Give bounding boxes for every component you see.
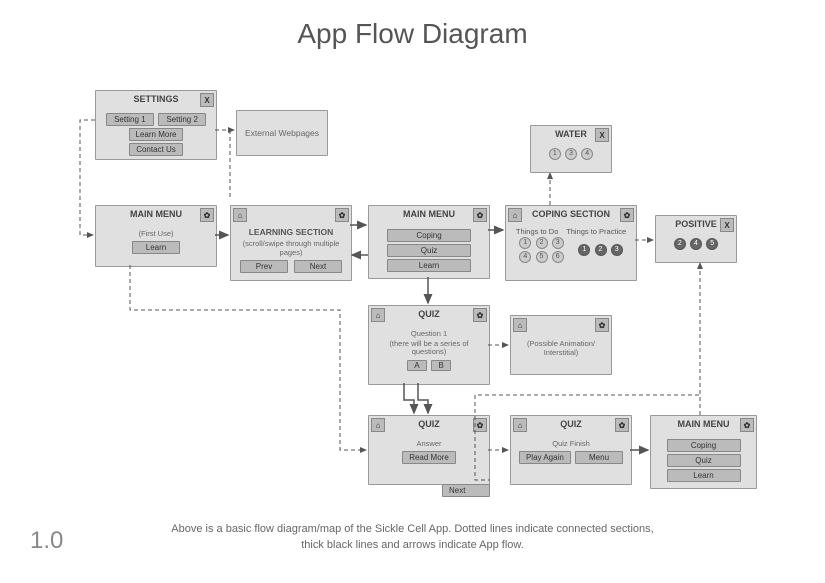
gear-icon[interactable]: ✿ [473,208,487,222]
home-icon[interactable]: ⌂ [371,308,385,322]
coping-col1: Things to Do [516,227,559,236]
positive-num[interactable]: 2 [674,238,686,250]
coping-button[interactable]: Coping [387,229,471,242]
quiz3-sub: Quiz Finish [517,439,625,448]
coping-num[interactable]: 2 [536,237,548,249]
card-coping: ⌂ COPING SECTION ✿ Things to Do Things t… [505,205,637,281]
quiz2-sub: Answer [375,439,483,448]
coping-title: COPING SECTION [532,209,610,219]
home-icon[interactable]: ⌂ [371,418,385,432]
learnmore-button[interactable]: Learn More [129,128,184,141]
card-quiz3: ⌂ QUIZ ✿ Quiz Finish Play Again Menu [510,415,632,485]
card-quiz2: ⌂ QUIZ ✿ Answer Read More Next [368,415,490,485]
gear-icon[interactable]: ✿ [200,208,214,222]
water-num[interactable]: 3 [565,148,577,160]
menu-button[interactable]: Menu [575,451,623,464]
positive-title: POSITIVE [675,219,717,229]
water-num[interactable]: 4 [581,148,593,160]
coping-num[interactable]: 5 [536,251,548,263]
readmore-button[interactable]: Read More [402,451,456,464]
positive-num[interactable]: 5 [706,238,718,250]
quiz-button[interactable]: Quiz [667,454,741,467]
gear-icon[interactable]: ✿ [620,208,634,222]
quiz-a-button[interactable]: A [407,360,427,371]
settings-title: SETTINGS [133,94,178,104]
coping-num[interactable]: 1 [519,237,531,249]
home-icon[interactable]: ⌂ [233,208,247,222]
learn-button[interactable]: Learn [132,241,180,254]
coping-num[interactable]: 1 [578,244,590,256]
coping-num[interactable]: 3 [611,244,623,256]
next-button[interactable]: Next [442,484,490,497]
home-icon[interactable]: ⌂ [513,318,527,332]
water-num[interactable]: 1 [549,148,561,160]
card-mainmenu3: MAIN MENU ✿ Coping Quiz Learn [650,415,757,489]
gear-icon[interactable]: ✿ [473,418,487,432]
coping-col2: Things to Practice [566,227,626,236]
gear-icon[interactable]: ✿ [615,418,629,432]
quiz1-title: QUIZ [418,309,440,319]
mainmenu1-sub: (First Use) [102,229,210,238]
connectors [0,0,825,583]
gear-icon[interactable]: ✿ [335,208,349,222]
gear-icon[interactable]: ✿ [740,418,754,432]
page-title: App Flow Diagram [0,18,825,50]
mainmenu1-title: MAIN MENU [130,209,182,219]
next-button[interactable]: Next [294,260,342,273]
coping-num[interactable]: 3 [552,237,564,249]
quiz1-sub1: Question 1 [375,329,483,338]
close-icon[interactable]: X [200,93,214,107]
quiz-b-button[interactable]: B [431,360,451,371]
card-positive: POSITIVE X 2 4 5 [655,215,737,263]
positive-num[interactable]: 4 [690,238,702,250]
external-label: External Webpages [245,128,319,138]
gear-icon[interactable]: ✿ [473,308,487,322]
prev-button[interactable]: Prev [240,260,288,273]
learning-sub: (scroll/swipe through multiple pages) [237,239,345,257]
setting2-button[interactable]: Setting 2 [158,113,206,126]
close-icon[interactable]: X [595,128,609,142]
home-icon[interactable]: ⌂ [513,418,527,432]
quiz-button[interactable]: Quiz [387,244,471,257]
caption: Above is a basic flow diagram/map of the… [0,522,825,553]
card-quiz1: ⌂ QUIZ ✿ Question 1 (there will be a ser… [368,305,490,385]
home-icon[interactable]: ⌂ [508,208,522,222]
water-title: WATER [555,129,587,139]
mainmenu3-title: MAIN MENU [678,419,730,429]
mainmenu2-title: MAIN MENU [403,209,455,219]
quiz2-title: QUIZ [418,419,440,429]
learning-title: LEARNING SECTION [237,227,345,237]
learn-button[interactable]: Learn [387,259,471,272]
setting1-button[interactable]: Setting 1 [106,113,154,126]
card-interstitial: ⌂ ✿ (Possible Animation/ Interstitial) [510,315,612,375]
playagain-button[interactable]: Play Again [519,451,571,464]
quiz3-title: QUIZ [560,419,582,429]
gear-icon[interactable]: ✿ [595,318,609,332]
quiz1-sub2: (there will be a series of questions) [375,340,483,357]
close-icon[interactable]: X [720,218,734,232]
learn-button[interactable]: Learn [667,469,741,482]
interstitial-label: (Possible Animation/ Interstitial) [517,339,605,357]
coping-num[interactable]: 2 [595,244,607,256]
contactus-button[interactable]: Contact Us [129,143,183,156]
card-mainmenu2: MAIN MENU ✿ Coping Quiz Learn [368,205,490,279]
card-mainmenu-first: MAIN MENU ✿ (First Use) Learn [95,205,217,267]
coping-num[interactable]: 6 [552,251,564,263]
card-learning: ⌂ ✿ LEARNING SECTION (scroll/swipe throu… [230,205,352,281]
coping-button[interactable]: Coping [667,439,741,452]
coping-num[interactable]: 4 [519,251,531,263]
card-external: External Webpages [236,110,328,156]
card-water: WATER X 1 3 4 [530,125,612,173]
card-settings: SETTINGS X Setting 1 Setting 2 Learn Mor… [95,90,217,160]
